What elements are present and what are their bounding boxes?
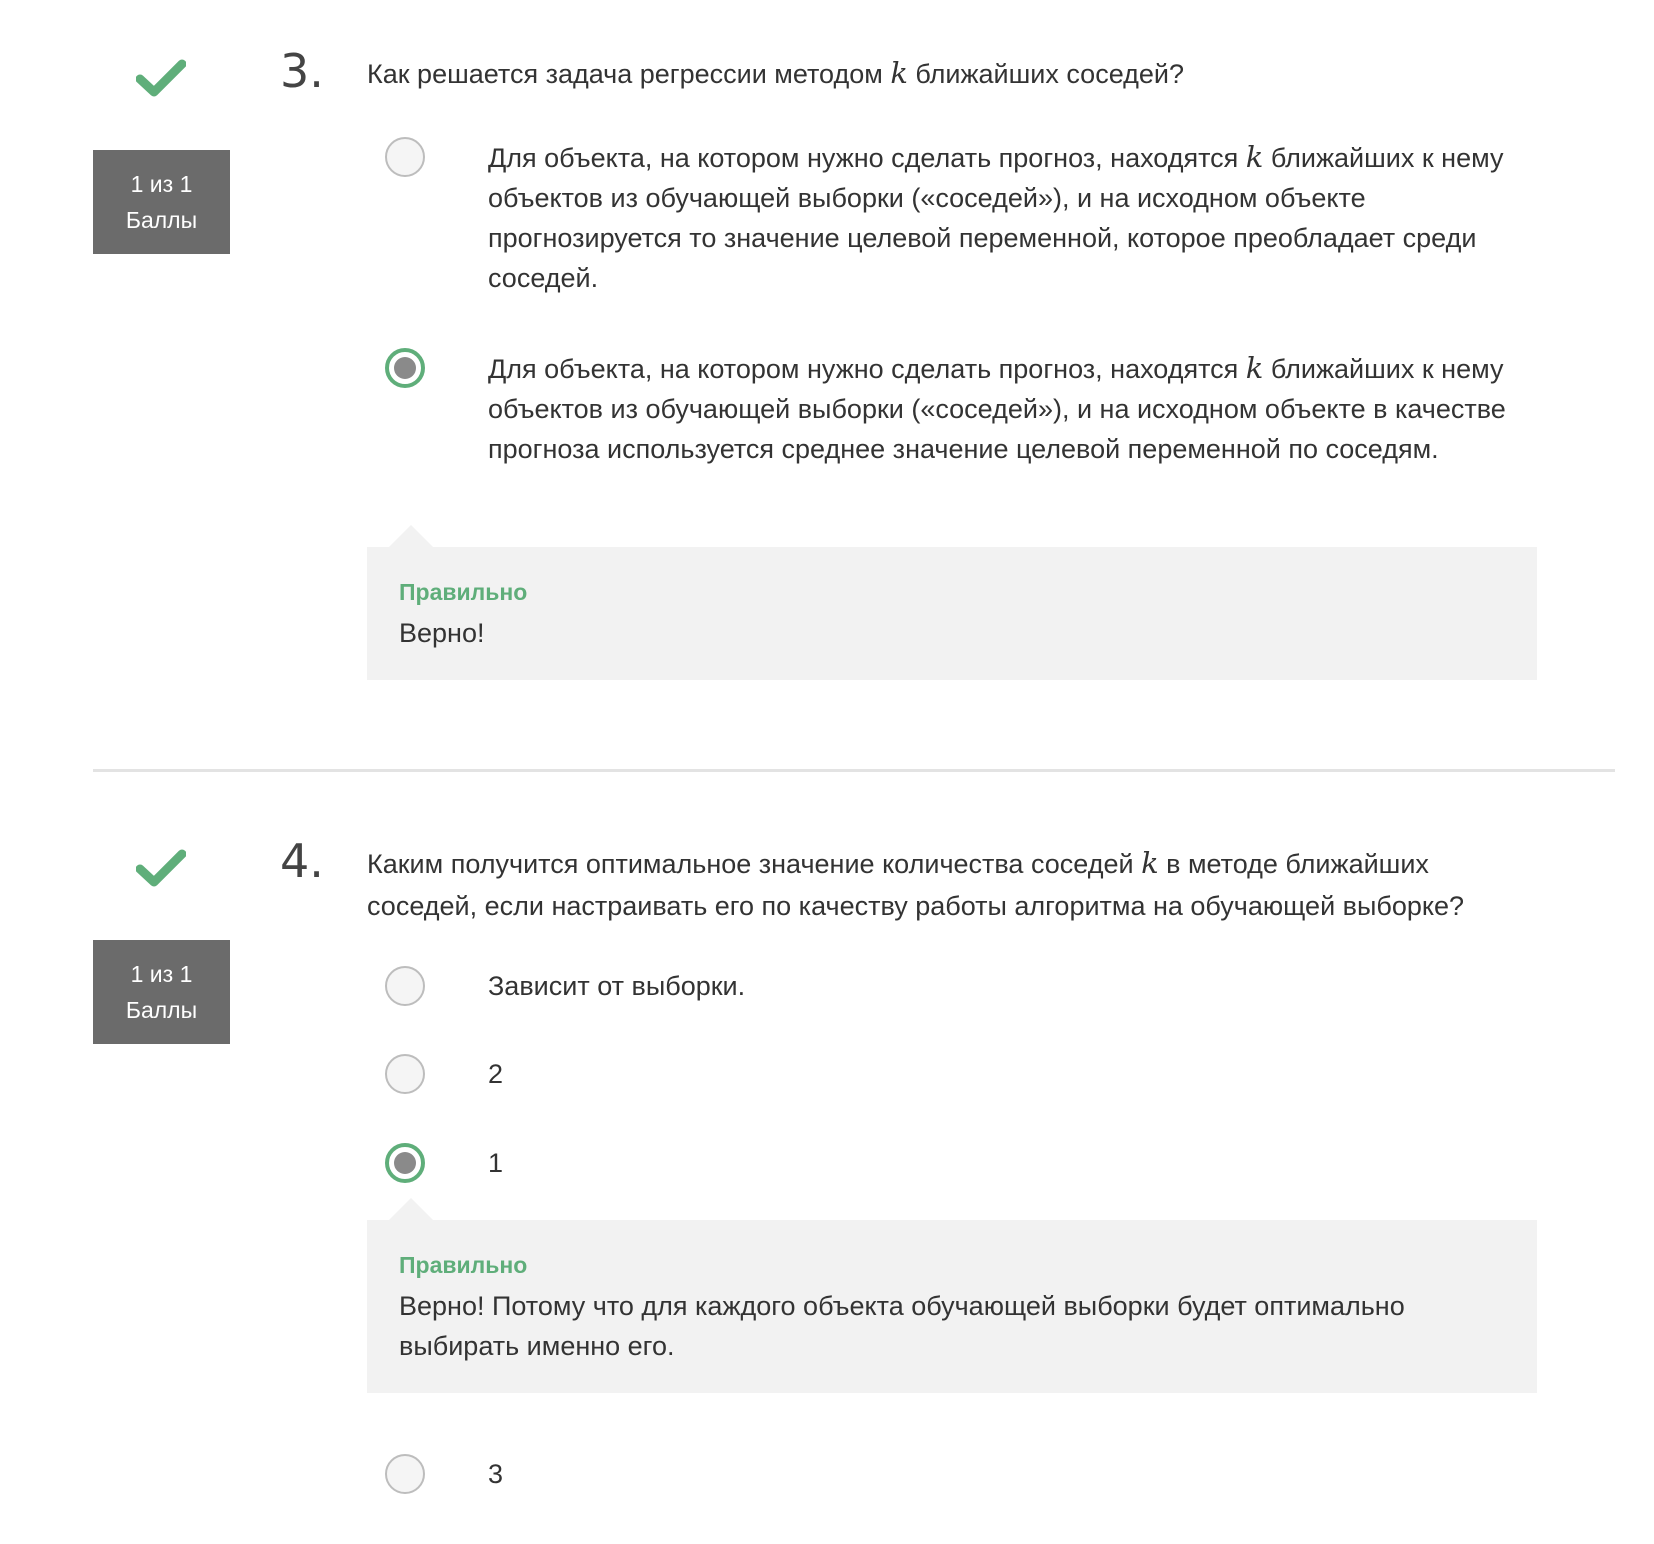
question-4: 1 из 1 Баллы 4. Каким получится оптималь… [0,0,1654,1544]
radio-button[interactable] [385,966,425,1006]
score-value: 1 из 1 [130,961,193,987]
answer-option[interactable]: Зависит от выборки. [385,966,1535,1006]
score-badge: 1 из 1 Баллы [93,940,230,1044]
radio-button-selected[interactable] [385,1143,425,1183]
score-label: Баллы [125,997,198,1023]
question-text: Каким получится оптимальное значение кол… [367,846,1465,921]
math-k: k [1141,846,1159,880]
answer-option-selected[interactable]: 1 [385,1143,1535,1183]
option-label: 2 [488,1059,504,1089]
radio-button[interactable] [385,1454,425,1494]
feedback-text: Верно! Потому что для каждого объекта об… [399,1291,1405,1361]
feedback-title: Правильно [399,1252,528,1278]
feedback-box: Правильно Верно! Потому что для каждого … [367,1198,1537,1393]
answer-option[interactable]: 3 [385,1454,1535,1494]
radio-button[interactable] [385,1054,425,1094]
option-label: Зависит от выборки. [488,971,746,1001]
answer-option[interactable]: 2 [385,1054,1535,1094]
question-number: 4. [280,834,324,888]
check-icon [136,849,186,887]
option-label: 3 [488,1459,504,1489]
option-label: 1 [488,1148,504,1178]
